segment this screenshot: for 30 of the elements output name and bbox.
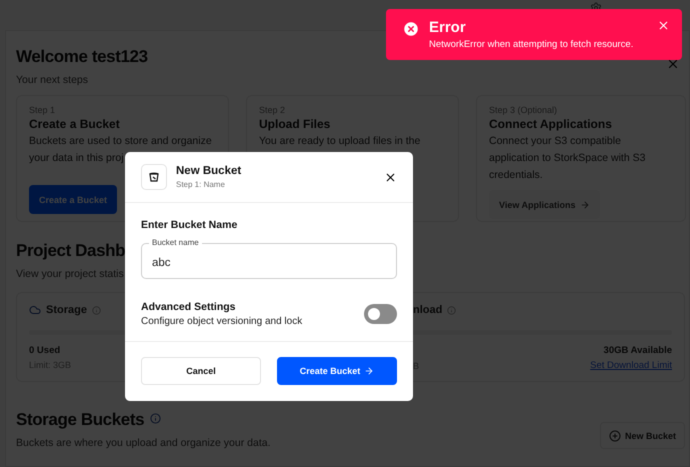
advanced-title: Advanced Settings — [141, 301, 237, 313]
cancel-button[interactable]: Cancel — [141, 357, 261, 385]
step-title: Create a Bucket — [29, 117, 121, 131]
step-description: credentials. — [489, 168, 543, 182]
section-title: Project Dashb — [16, 241, 126, 261]
step-title: Upload Files — [259, 117, 332, 131]
field-heading: Enter Bucket Name — [141, 219, 238, 231]
dialog-subtitle: Step 1: Name — [176, 180, 226, 189]
arrow-icon — [364, 366, 374, 376]
create-bucket-button[interactable]: Create Bucket — [277, 357, 397, 385]
error-icon — [402, 20, 420, 38]
toggle-switch[interactable] — [364, 304, 397, 324]
stat-value: 0 Used — [29, 345, 60, 356]
stat-label: nload — [413, 304, 442, 316]
close-button[interactable] — [384, 170, 397, 184]
step-description: Buckets are used to store and organize — [29, 134, 212, 148]
welcome-title: Welcome test123 — [16, 47, 148, 67]
step-description: application to StorkSpace with S3 — [489, 151, 646, 165]
toast-title: Error — [429, 19, 467, 36]
bucket-icon — [141, 164, 167, 190]
dialog-title: New Bucket — [176, 165, 242, 177]
step-description: You are ready to upload files in the — [259, 134, 420, 148]
section-title: Storage Buckets — [16, 410, 144, 430]
step-description: Connect your S3 compatible — [489, 134, 621, 148]
step-title: Connect Applications — [489, 117, 613, 131]
stat-value: 30GB Available — [604, 345, 672, 356]
toast-message: NetworkError when attempting to fetch resource. — [429, 39, 634, 50]
advanced-description: Configure object versioning and lock — [141, 316, 302, 327]
step-description: your data in this proj — [29, 151, 124, 165]
stat-label: Storage — [46, 304, 87, 316]
